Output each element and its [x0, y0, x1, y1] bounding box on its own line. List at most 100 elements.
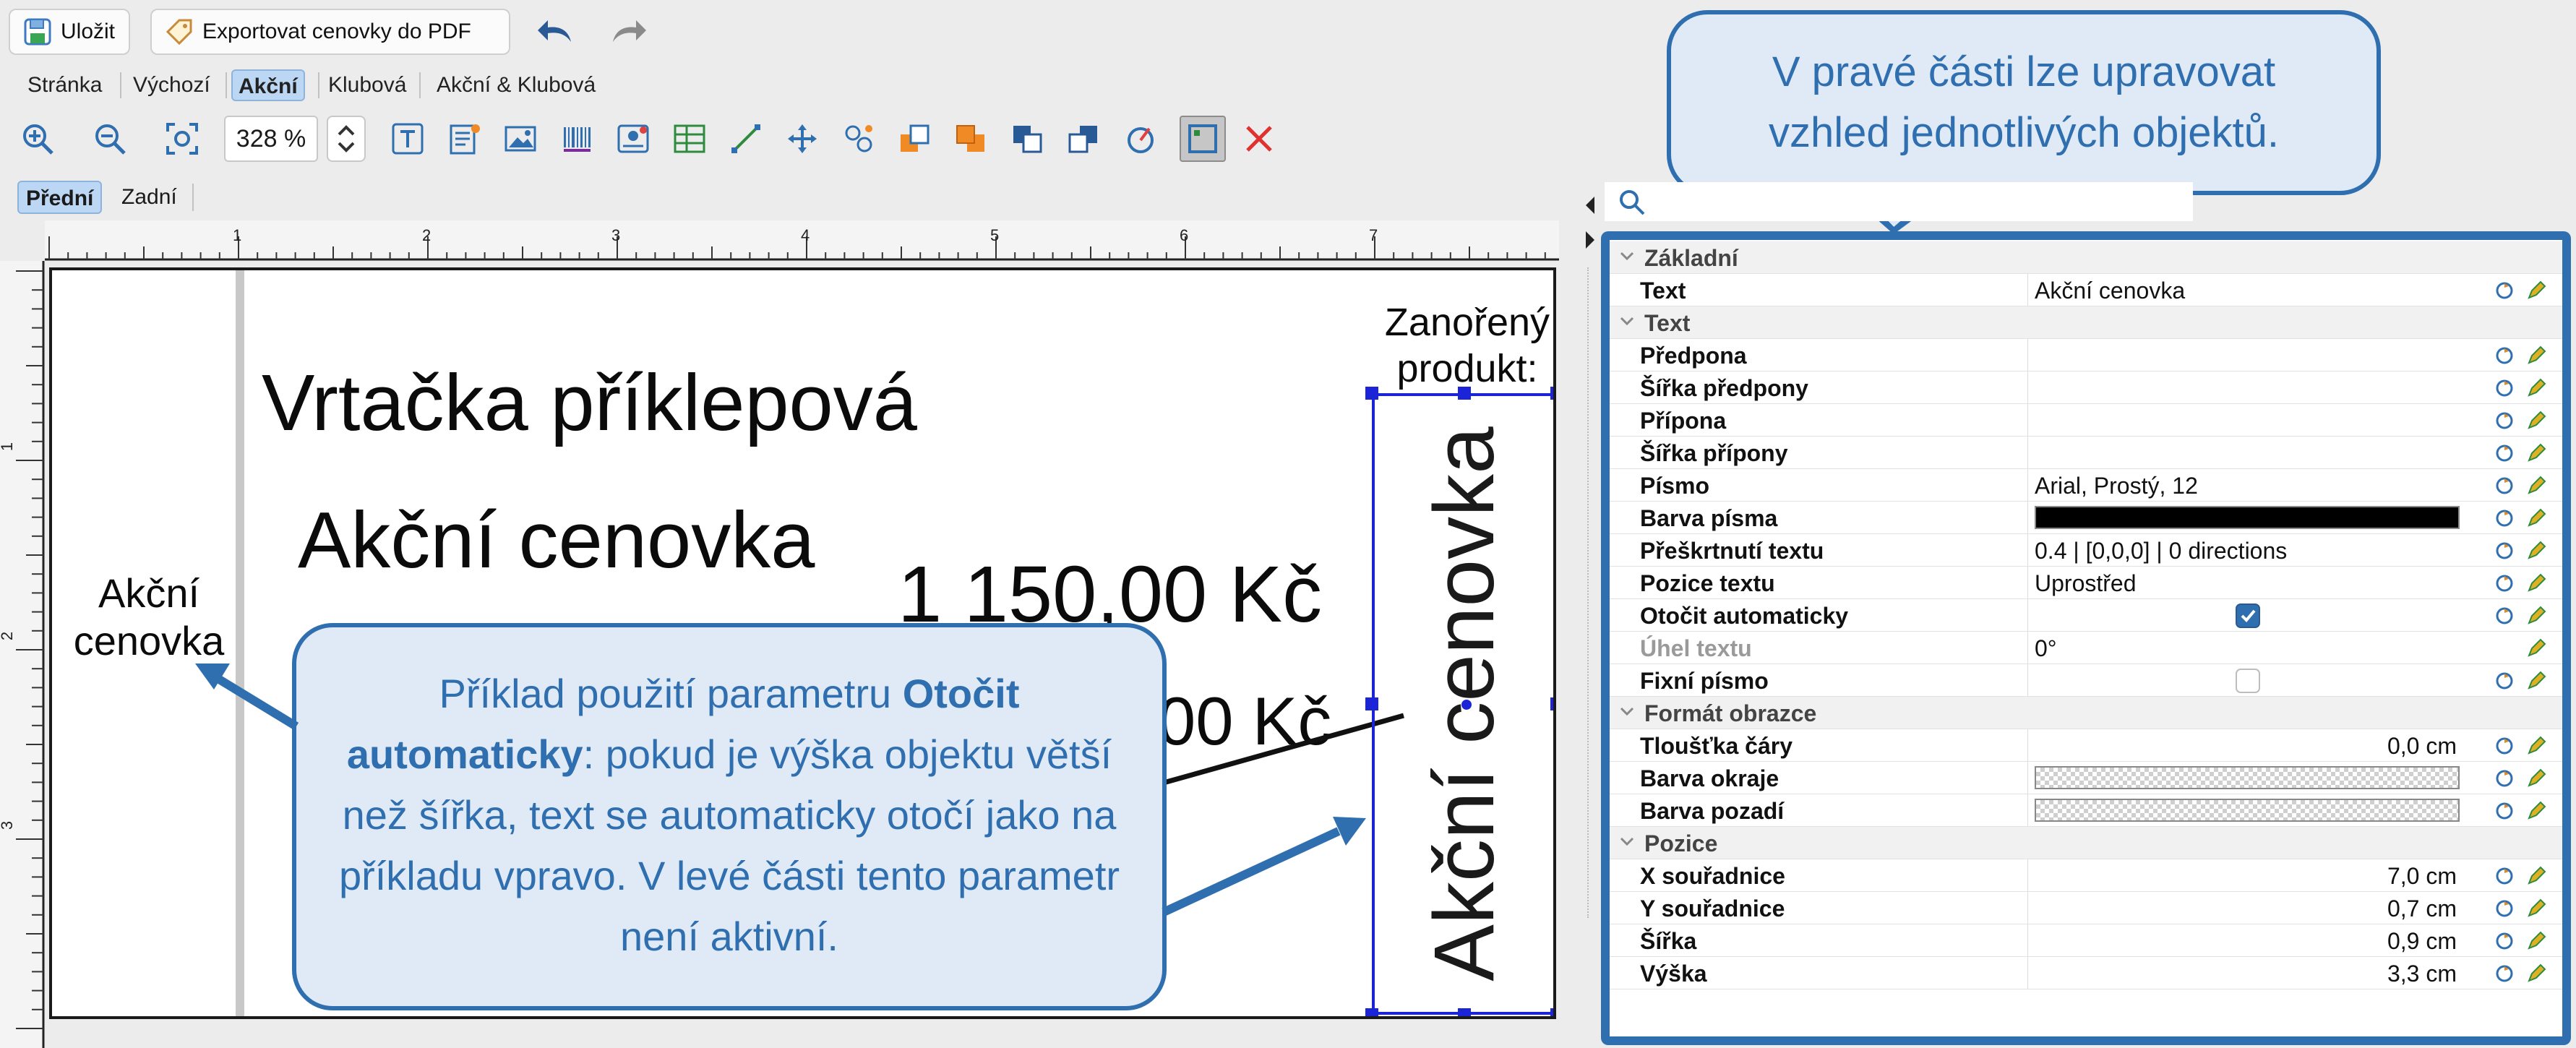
property-row[interactable]: Šířka 0,9 cm — [1610, 924, 2562, 957]
bring-to-front-tool[interactable] — [1005, 116, 1051, 162]
reset-value-icon[interactable] — [2494, 768, 2515, 794]
zoom-stepper[interactable] — [327, 116, 366, 162]
reset-value-icon[interactable] — [2494, 865, 2515, 892]
property-value[interactable]: 0,0 cm — [2387, 733, 2457, 760]
property-value[interactable]: Akční cenovka — [2035, 278, 2185, 304]
edit-value-icon[interactable] — [2526, 377, 2546, 404]
property-row[interactable]: Šířka přípony — [1610, 437, 2562, 469]
delete-tool[interactable] — [1236, 116, 1282, 162]
property-row[interactable]: Barva okraje — [1610, 762, 2562, 794]
property-row[interactable]: Pozice textu Uprostřed — [1610, 567, 2562, 599]
checkbox-checked[interactable] — [2236, 604, 2260, 628]
property-value[interactable]: 0,7 cm — [2387, 895, 2457, 922]
resize-handle[interactable] — [1458, 387, 1471, 400]
resize-handle[interactable] — [1365, 1008, 1378, 1016]
tab-predni[interactable]: Přední — [17, 181, 103, 214]
reset-value-icon[interactable] — [2494, 800, 2515, 827]
property-value[interactable]: Uprostřed — [2035, 570, 2137, 597]
reset-value-icon[interactable] — [2494, 280, 2515, 306]
tab-akcni[interactable]: Akční — [231, 69, 305, 101]
zoom-in-tool[interactable] — [14, 116, 61, 162]
resize-handle[interactable] — [1365, 697, 1378, 710]
property-row[interactable]: Výška 3,3 cm — [1610, 957, 2562, 989]
property-value[interactable]: 7,0 cm — [2387, 863, 2457, 890]
left-promo-text[interactable]: Akční cenovka — [64, 570, 234, 665]
property-category[interactable]: Pozice — [1610, 827, 2562, 859]
bring-forward-tool[interactable] — [892, 116, 938, 162]
property-value[interactable]: 0,9 cm — [2387, 928, 2457, 955]
resize-handle[interactable] — [1550, 1008, 1553, 1016]
property-search-input[interactable] — [1605, 182, 2193, 221]
reset-value-icon[interactable] — [2494, 898, 2515, 924]
edit-value-icon[interactable] — [2526, 442, 2546, 469]
tab-stranka[interactable]: Stránka — [22, 69, 108, 101]
resize-handle[interactable] — [1458, 1008, 1471, 1016]
reset-value-icon[interactable] — [2494, 670, 2515, 697]
save-button[interactable]: Uložit — [9, 9, 130, 55]
edit-value-icon[interactable] — [2526, 637, 2546, 664]
zoom-level-input[interactable]: 328 % — [224, 116, 318, 162]
product-name-text[interactable]: Vrtačka příklepová — [262, 357, 917, 449]
property-row[interactable]: Přeškrtnutí textu 0.4 | [0,0,0] | 0 direc… — [1610, 534, 2562, 567]
property-category[interactable]: Text — [1610, 306, 2562, 339]
reset-value-icon[interactable] — [2494, 605, 2515, 632]
edit-value-icon[interactable] — [2526, 280, 2546, 306]
property-row[interactable]: Předpona — [1610, 339, 2562, 371]
property-category[interactable]: Formát obrazce — [1610, 697, 2562, 729]
group-tool[interactable] — [836, 116, 882, 162]
resize-handle[interactable] — [1365, 387, 1378, 400]
add-table-tool[interactable] — [666, 116, 713, 162]
property-category[interactable]: Základní — [1610, 241, 2562, 274]
property-row[interactable]: Písmo Arial, Prostý, 12 — [1610, 469, 2562, 502]
edit-value-icon[interactable] — [2526, 605, 2546, 632]
undo-icon[interactable] — [536, 16, 575, 48]
reset-value-icon[interactable] — [2494, 572, 2515, 599]
property-row[interactable]: Otočit automaticky — [1610, 599, 2562, 632]
tab-klubova[interactable]: Klubová — [322, 69, 412, 101]
color-swatch[interactable] — [2035, 506, 2460, 529]
tab-zadni[interactable]: Zadní — [114, 181, 184, 214]
add-photo-card-tool[interactable] — [610, 116, 656, 162]
edit-value-icon[interactable] — [2526, 963, 2546, 989]
edit-value-icon[interactable] — [2526, 735, 2546, 762]
edit-value-icon[interactable] — [2526, 930, 2546, 957]
reset-value-icon[interactable] — [2494, 930, 2515, 957]
property-row[interactable]: X souřadnice 7,0 cm — [1610, 859, 2562, 892]
export-pdf-button[interactable]: Exportovat cenovky do PDF — [150, 9, 510, 55]
edit-value-icon[interactable] — [2526, 800, 2546, 827]
property-value[interactable]: 0.4 | [0,0,0] | 0 directions — [2035, 538, 2287, 564]
property-row[interactable]: Text Akční cenovka — [1610, 274, 2562, 306]
show-grid-toggle[interactable] — [1180, 116, 1226, 162]
property-row[interactable]: Tloušťka čáry 0,0 cm — [1610, 729, 2562, 762]
collapse-left-arrow-icon[interactable] — [1584, 195, 1596, 215]
reset-value-icon[interactable] — [2494, 442, 2515, 469]
property-row[interactable]: Šířka předpony — [1610, 371, 2562, 404]
send-to-back-tool[interactable] — [1061, 116, 1107, 162]
reset-value-icon[interactable] — [2494, 410, 2515, 437]
property-value[interactable]: 0° — [2035, 635, 2057, 662]
edit-value-icon[interactable] — [2526, 507, 2546, 534]
tab-vychozi[interactable]: Výchozí — [127, 69, 216, 101]
reset-value-icon[interactable] — [2494, 540, 2515, 567]
property-row[interactable]: Přípona — [1610, 404, 2562, 437]
property-row[interactable]: Úhel textu 0° — [1610, 632, 2562, 664]
resize-handle[interactable] — [1550, 697, 1553, 710]
redo-icon[interactable] — [609, 16, 648, 48]
add-paragraph-tool[interactable] — [441, 116, 487, 162]
reset-value-icon[interactable] — [2494, 507, 2515, 534]
edit-value-icon[interactable] — [2526, 475, 2546, 502]
zoom-fit-tool[interactable] — [159, 116, 205, 162]
property-row[interactable]: Y souřadnice 0,7 cm — [1610, 892, 2562, 924]
add-line-tool[interactable] — [723, 116, 769, 162]
add-image-tool[interactable] — [497, 116, 544, 162]
splitter-handle[interactable] — [1587, 267, 1592, 918]
reset-value-icon[interactable] — [2494, 345, 2515, 371]
rotate-tool[interactable] — [1117, 116, 1164, 162]
reset-value-icon[interactable] — [2494, 963, 2515, 989]
tab-akcni-klubova[interactable]: Akční & Klubová — [431, 69, 601, 101]
property-value[interactable]: Arial, Prostý, 12 — [2035, 473, 2198, 499]
property-row[interactable]: Fixní písmo — [1610, 664, 2562, 697]
edit-value-icon[interactable] — [2526, 410, 2546, 437]
reset-value-icon[interactable] — [2494, 475, 2515, 502]
nested-product-label[interactable]: Zanořený produkt: — [1381, 299, 1553, 392]
